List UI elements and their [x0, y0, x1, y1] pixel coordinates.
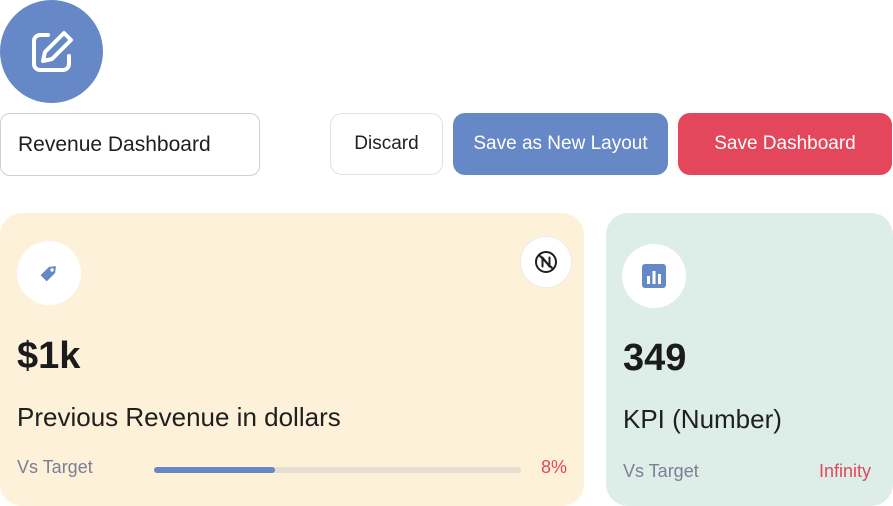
unlink-button[interactable]: [520, 236, 572, 288]
revenue-title: Previous Revenue in dollars: [17, 402, 341, 432]
edit-icon-button[interactable]: [0, 0, 103, 103]
tag-icon: [40, 266, 56, 282]
revenue-card: $1k Previous Revenue in dollars Vs Targe…: [0, 213, 584, 506]
save-dashboard-button[interactable]: Save Dashboard: [678, 113, 892, 175]
save-as-new-layout-button[interactable]: Save as New Layout: [453, 113, 668, 175]
kpi-vs-target-label: Vs Target: [623, 461, 699, 481]
kpi-percent: Infinity: [819, 461, 872, 481]
discard-button[interactable]: Discard: [330, 113, 443, 175]
bar-chart-icon: [642, 264, 666, 288]
kpi-value: 349: [623, 337, 687, 379]
revenue-percent: 8%: [541, 457, 568, 477]
revenue-progress-track: [154, 467, 521, 473]
kpi-title: KPI (Number): [623, 404, 782, 434]
tag-icon-circle: [17, 241, 81, 305]
edit-icon: [31, 30, 73, 72]
revenue-progress-fill: [154, 467, 276, 473]
revenue-vs-target-label: Vs Target: [17, 457, 93, 477]
kpi-card: 349 KPI (Number) Vs Target Infinity: [606, 213, 893, 506]
dashboard-name-input[interactable]: [0, 113, 260, 176]
bar-chart-icon-circle: [622, 244, 686, 308]
revenue-value: $1k: [17, 335, 81, 377]
unlink-icon: [535, 251, 557, 273]
